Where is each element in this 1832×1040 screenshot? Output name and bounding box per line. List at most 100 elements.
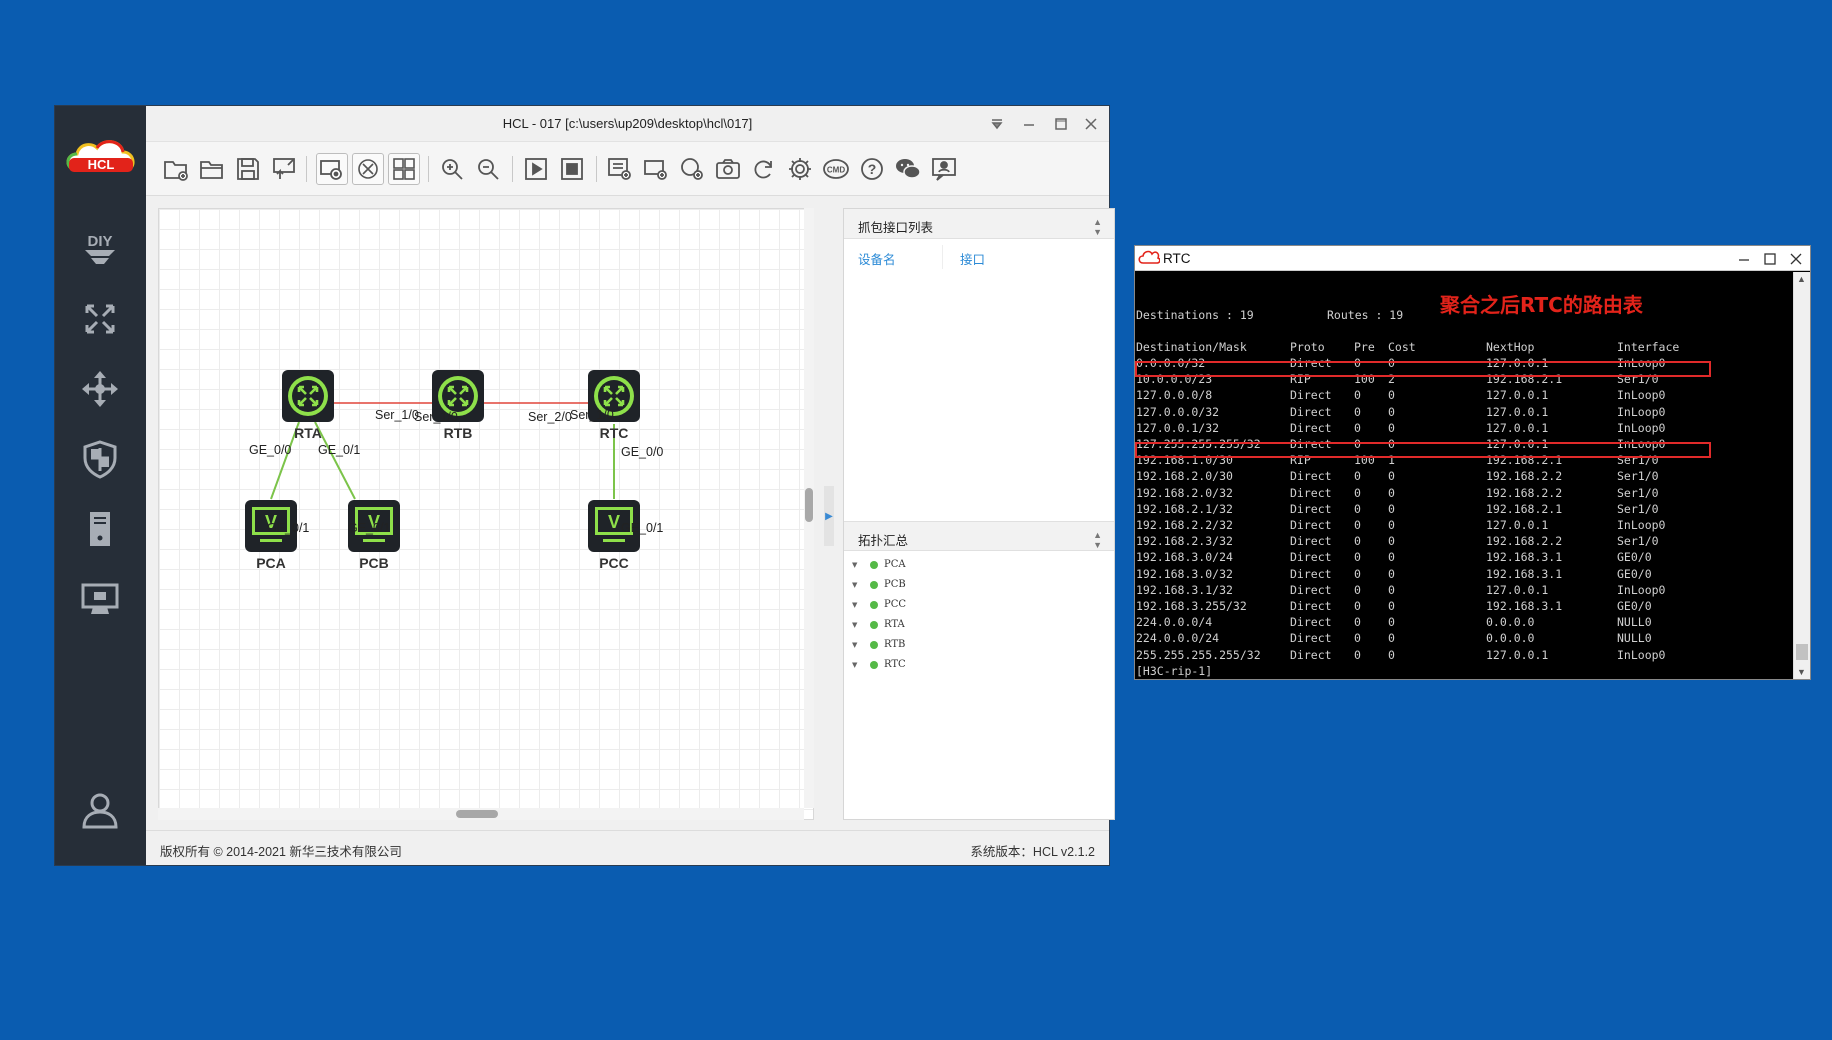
route-cell: 0 [1354, 388, 1361, 403]
device-rtc[interactable]: RTC [579, 369, 649, 441]
collapse-panel-icon[interactable]: ▶ [824, 486, 834, 546]
move-icon[interactable] [77, 366, 123, 412]
zoom-out-icon[interactable] [472, 153, 504, 185]
add-note-icon[interactable] [604, 153, 636, 185]
route-cell: 0 [1388, 501, 1395, 516]
show-interface-icon[interactable] [316, 153, 348, 185]
hcl-logo: HCL [63, 136, 139, 182]
maximize-icon[interactable] [1760, 249, 1780, 269]
port-label: GE_0/1 [267, 521, 310, 535]
device-pcc[interactable]: V PCC [579, 499, 649, 571]
collapse-icon[interactable]: ▲ ▼ [1093, 530, 1102, 550]
capture-panel-header[interactable]: 抓包接口列表 ▲ ▼ [844, 209, 1114, 239]
settings-icon[interactable] [784, 153, 816, 185]
scroll-up-icon: ▲ [1797, 274, 1806, 284]
hcl-cloud-icon [1138, 250, 1160, 264]
close-icon[interactable] [1786, 249, 1806, 269]
export-icon[interactable] [268, 153, 300, 185]
maximize-icon[interactable] [1049, 112, 1073, 136]
topology-panel-header[interactable]: 拓扑汇总 ▲ ▼ [844, 521, 1114, 551]
security-icon[interactable] [77, 436, 123, 482]
route-cell: 0 [1388, 485, 1395, 500]
route-cell: InLoop0 [1617, 420, 1666, 435]
route-cell: 192.168.3.0/32 [1136, 566, 1233, 581]
route-cell: 0 [1354, 631, 1361, 646]
route-cell: 192.168.2.2/32 [1136, 518, 1233, 532]
refresh-icon[interactable] [748, 153, 780, 185]
route-cell: 0 [1354, 647, 1361, 662]
device-label: RTC [599, 425, 629, 441]
route-cell: Direct [1290, 582, 1332, 597]
device-rtb[interactable]: RTB [423, 369, 493, 441]
cmd-icon[interactable]: CMD [820, 153, 852, 185]
highlight-box-route-10 [1135, 361, 1711, 377]
feedback-icon[interactable] [928, 153, 960, 185]
save-icon[interactable] [232, 153, 264, 185]
dropdown-icon[interactable] [985, 112, 1009, 136]
show-device-icon[interactable] [352, 153, 384, 185]
route-cell: 192.168.2.0/32 [1136, 485, 1233, 500]
status-dot [870, 560, 878, 569]
route-cell: InLoop0 [1617, 647, 1666, 662]
topology-item[interactable]: ▼ PCB [852, 579, 906, 590]
add-ellipse-icon[interactable] [676, 153, 708, 185]
col-interface[interactable]: 接口 [960, 249, 985, 268]
device-pcb[interactable]: V PCB [339, 499, 409, 571]
topology-panel-title: 拓扑汇总 [858, 534, 909, 548]
topology-item[interactable]: ▼ RTB [852, 639, 905, 650]
route-cell: 0 [1388, 388, 1395, 403]
start-all-icon[interactable] [520, 153, 552, 185]
route-cell: 192.168.3.0/24 [1136, 550, 1233, 565]
pc-badge: V [608, 512, 620, 532]
version-text: 系统版本：HCL v2.1.2 [970, 845, 1095, 859]
route-cell: 127.0.0.0/32 [1136, 404, 1220, 419]
topology-item[interactable]: ▼ RTC [852, 659, 906, 670]
topology-canvas[interactable]: RTA RTB RTC V PCA V PCB V PCC Ser_1/0 Se… [158, 208, 814, 820]
minimize-icon[interactable] [1734, 249, 1754, 269]
close-icon[interactable] [1079, 112, 1103, 136]
monitor-icon[interactable] [77, 576, 123, 622]
diy-icon[interactable]: DIY [77, 226, 123, 272]
terminal-scrollbar[interactable]: ▲ ▼ [1793, 272, 1810, 679]
route-cell: 127.0.0.1 [1486, 404, 1549, 419]
col-device-name[interactable]: 设备名 [858, 249, 896, 268]
canvas-vscroll[interactable] [804, 208, 814, 808]
server-icon[interactable] [77, 506, 123, 552]
route-cell: Ser1/0 [1617, 469, 1659, 484]
route-cell: 224.0.0.0/4 [1136, 615, 1213, 630]
hcl-sidebar: HCL DIY [55, 106, 146, 865]
topology-item[interactable]: ▼ PCA [852, 559, 906, 570]
grid-icon[interactable] [388, 153, 420, 185]
port-label: Ser_2/0 [528, 410, 572, 424]
route-cell: 0 [1354, 582, 1361, 597]
terminal-output[interactable]: Destinations : 19 Routes : 19 Destinatio… [1136, 272, 1791, 678]
route-cell: Direct [1290, 388, 1332, 403]
route-cell: 0 [1388, 615, 1395, 630]
collapse-icon[interactable]: ▲ ▼ [1093, 217, 1102, 237]
network-icon[interactable] [77, 296, 123, 342]
stop-all-icon[interactable] [556, 153, 588, 185]
minimize-icon[interactable] [1017, 112, 1041, 136]
svg-text:DIY: DIY [87, 233, 112, 250]
route-cell: 0 [1388, 534, 1395, 549]
route-cell: Ser1/0 [1617, 485, 1659, 500]
wechat-icon[interactable] [892, 153, 924, 185]
route-cell: 0 [1354, 518, 1361, 532]
help-icon[interactable]: ? [856, 153, 888, 185]
open-project-icon[interactable] [196, 153, 228, 185]
device-pca[interactable]: V PCA [236, 499, 306, 571]
route-cell: 0 [1388, 631, 1395, 646]
copyright-text: 版权所有 © 2014-2021 新华三技术有限公司 [160, 845, 402, 859]
device-rta[interactable]: RTA [273, 369, 343, 441]
route-cell: 0 [1354, 615, 1361, 630]
canvas-hscroll[interactable] [158, 808, 804, 820]
camera-icon[interactable] [712, 153, 744, 185]
topology-item[interactable]: ▼ RTA [852, 619, 905, 630]
zoom-in-icon[interactable] [436, 153, 468, 185]
user-icon[interactable] [77, 786, 123, 832]
new-project-icon[interactable] [160, 153, 192, 185]
svg-text:?: ? [868, 161, 877, 177]
port-label: GE_0/1 [348, 521, 391, 535]
topology-item[interactable]: ▼ PCC [852, 599, 906, 610]
add-rect-icon[interactable] [640, 153, 672, 185]
